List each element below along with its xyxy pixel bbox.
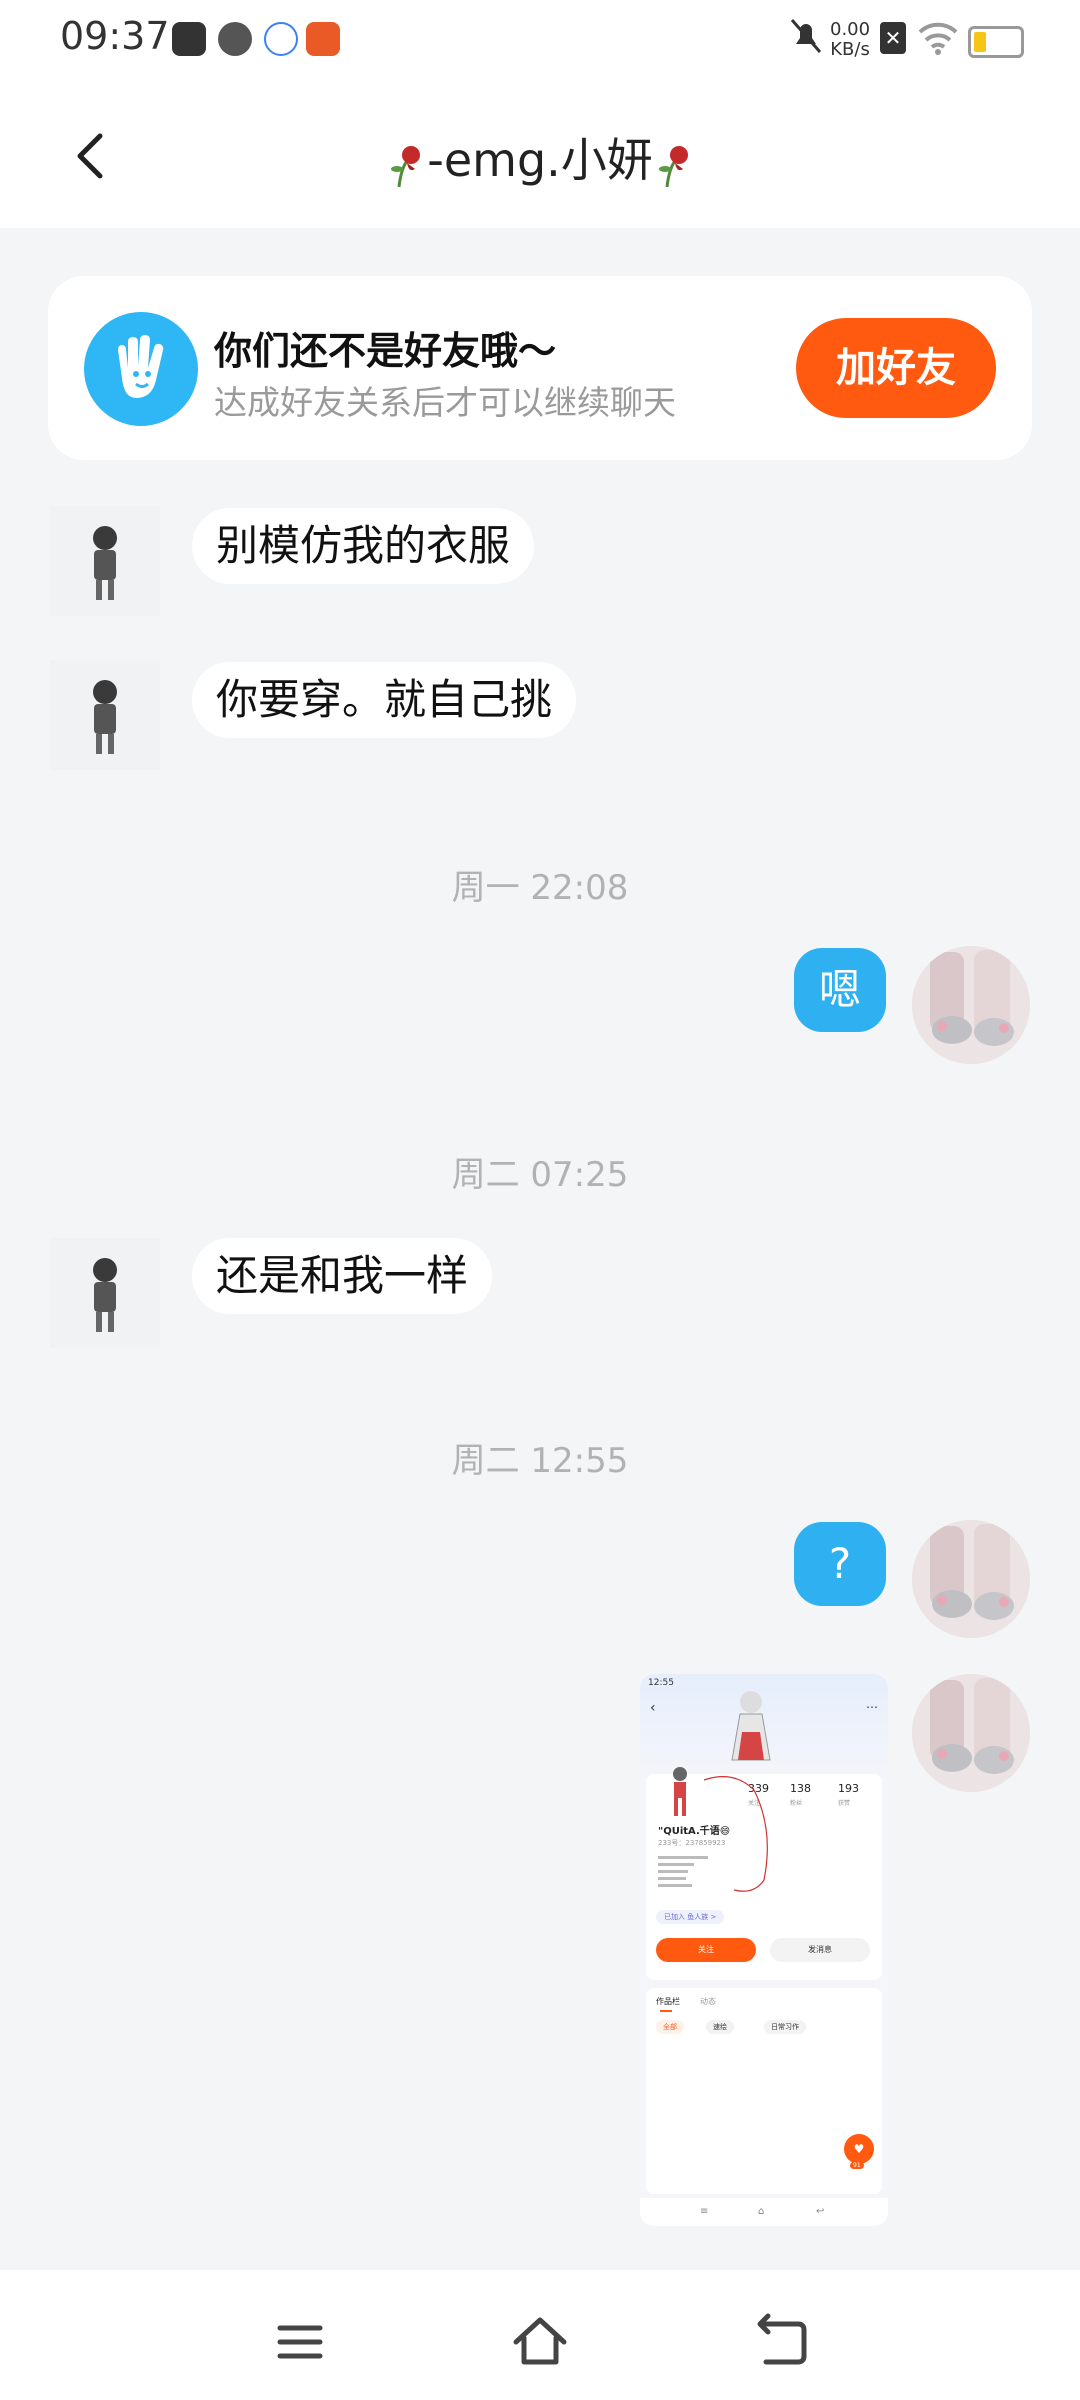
- shot-avatar-figure: [673, 1767, 687, 1816]
- add-friend-card: 你们还不是好友哦～ 达成好友关系后才可以继续聊天 加好友: [48, 276, 1032, 460]
- home-icon[interactable]: [510, 2312, 570, 2372]
- wilted-rose-icon: [658, 145, 688, 187]
- friend-card-subtitle: 达成好友关系后才可以继续聊天: [214, 383, 676, 422]
- shot-more-icon: ⋯: [866, 1700, 878, 1714]
- message-bubble[interactable]: 还是和我一样: [192, 1238, 493, 1314]
- battery-icon: [968, 26, 1024, 58]
- app-notification-icon: [172, 22, 206, 56]
- shot-tab-underline: [660, 2010, 672, 2012]
- ifly-icon: [264, 22, 298, 56]
- add-friend-button[interactable]: 加好友: [796, 318, 996, 418]
- waving-hand-icon: [84, 312, 198, 426]
- shot-tab: 作品栏: [656, 1997, 680, 2006]
- shot-character-figure: [731, 1691, 771, 1761]
- status-bar: 09:37 0.00 KB/s ✕: [0, 0, 1080, 86]
- shot-fab: ♥: [844, 2134, 874, 2164]
- timestamp: 周二 07:25: [451, 1155, 629, 1195]
- net-speed: 0.00 KB/s: [830, 19, 871, 60]
- own-avatar[interactable]: [912, 946, 1030, 1064]
- shot-message-button: 发消息: [770, 1938, 870, 1962]
- shot-tag-pill: 已加入 鱼人族 >: [656, 1910, 725, 1924]
- message-bubble-own[interactable]: ?: [794, 1522, 886, 1606]
- shot-content-card: [646, 1988, 882, 2194]
- no-sim-icon: ✕: [880, 22, 906, 54]
- message-bubble[interactable]: 你要穿。就自己挑: [192, 662, 577, 738]
- avatar[interactable]: [50, 1238, 160, 1348]
- shot-back-icon: ‹: [650, 1700, 656, 1716]
- shot-fab-count: 91: [850, 2162, 864, 2169]
- mute-icon: [790, 19, 822, 53]
- shot-navbar: ≡ ⌂ ↩: [640, 2198, 888, 2226]
- shot-status-time: 12:55: [648, 1678, 674, 1688]
- wifi-icon: [918, 22, 958, 55]
- status-time: 09:37: [60, 14, 170, 58]
- shot-chip: 全部: [656, 2020, 684, 2034]
- shot-stat-value: 193: [838, 1782, 859, 1795]
- pumpkin-app-icon: [306, 22, 340, 56]
- chat-header: -emg.小妍: [0, 86, 1080, 228]
- shot-chip: 日常习作: [764, 2020, 806, 2034]
- shot-stat-label: 获赞: [838, 1800, 851, 1807]
- avatar[interactable]: [50, 506, 160, 616]
- wilted-rose-icon: [391, 145, 421, 187]
- message-bubble[interactable]: 别模仿我的衣服: [192, 508, 535, 584]
- shot-chip: 速绘: [706, 2020, 734, 2034]
- menu-icon[interactable]: [270, 2312, 330, 2372]
- shot-red-scribble: [703, 1776, 768, 1892]
- avatar[interactable]: [50, 660, 160, 770]
- shot-follow-button: 关注: [656, 1938, 756, 1962]
- system-nav-bar: [0, 2270, 1080, 2400]
- shot-tab: 动态: [700, 1997, 716, 2006]
- speed-app-icon: [218, 22, 252, 56]
- timestamp: 周二 12:55: [451, 1441, 629, 1481]
- image-message[interactable]: 12:55 ‹ ⋯ 339 138 193 关注 粉丝 获赞 "QUitA.千语…: [640, 1674, 888, 2226]
- message-bubble-own[interactable]: 嗯: [794, 948, 886, 1032]
- timestamp: 周一 22:08: [451, 868, 629, 908]
- own-avatar[interactable]: [912, 1674, 1030, 1792]
- friend-card-title: 你们还不是好友哦～: [214, 329, 557, 373]
- chat-title-text: -emg.小妍: [427, 133, 653, 187]
- back-nav-icon[interactable]: [752, 2312, 812, 2372]
- own-avatar[interactable]: [912, 1520, 1030, 1638]
- chat-title: -emg.小妍: [0, 124, 1080, 190]
